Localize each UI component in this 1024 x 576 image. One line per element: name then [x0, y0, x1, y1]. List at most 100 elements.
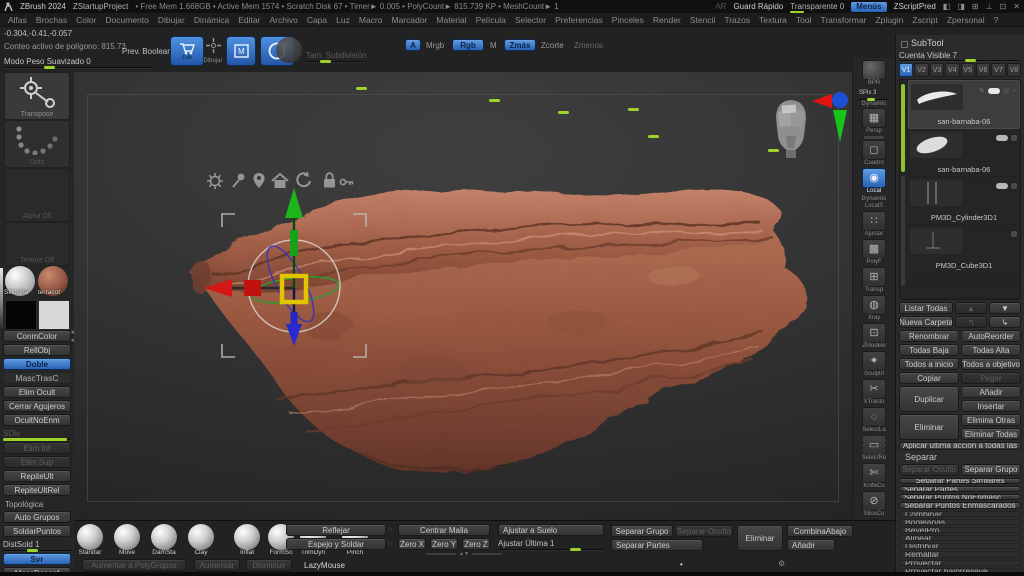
modo-peso-slider[interactable]: Modo Peso Suavizado 0 — [4, 56, 152, 68]
aplicar-ultima-accion-button[interactable]: Aplicar última acción a todas las — [899, 442, 1021, 450]
eliminar-button-bottom[interactable]: Eliminar — [737, 525, 783, 551]
tab-v6[interactable]: V6 — [976, 63, 990, 77]
subtool-item-1[interactable]: ✎◔ san-barnaba-06 — [908, 80, 1020, 129]
listar-todas-button[interactable]: Listar Todas — [899, 302, 953, 314]
distsold-slider[interactable]: DistSold 1 — [3, 539, 71, 551]
pencil-icon[interactable]: ✎ — [979, 87, 985, 95]
knife-button[interactable]: ✄KnifeCu — [862, 463, 886, 490]
rellobj-button[interactable]: RellObj — [3, 344, 71, 356]
prev-booleana-label[interactable]: Prev. Booleana — [122, 47, 176, 56]
movie-frame-button[interactable]: M — [226, 36, 256, 66]
palette-copy-icon[interactable]: ⊞ — [972, 3, 979, 11]
todas-alta-button[interactable]: Todas Alta — [961, 344, 1021, 356]
zcorte-button[interactable]: Zcorte — [541, 41, 564, 50]
booleanas-section[interactable]: Booleanas — [899, 519, 1021, 525]
main-color-swatch[interactable] — [5, 300, 37, 330]
menu-zplugin[interactable]: Zplugin — [875, 15, 903, 25]
menu-pelicula[interactable]: Película — [476, 15, 506, 25]
tab-v2[interactable]: V2 — [914, 63, 928, 77]
menu-textura[interactable]: Textura — [759, 15, 787, 25]
autoreorder-button[interactable]: AutoReorder — [961, 330, 1021, 342]
select-lasso-button[interactable]: ◌SelectLa — [862, 407, 886, 434]
separar-partes-button[interactable]: Separar Partes — [899, 486, 1021, 492]
ajustar-suelo-button[interactable]: Ajustar a Suelo — [498, 524, 604, 536]
elim-inf-button[interactable]: Elim Inf — [3, 442, 71, 454]
menu-trazos[interactable]: Trazos — [724, 15, 750, 25]
anadir-button-bottom[interactable]: Añadir — [787, 539, 835, 551]
anadir-button[interactable]: Añadir — [961, 386, 1021, 398]
reflejar-button[interactable]: Reflejar — [286, 524, 386, 536]
viewport-canvas[interactable] — [74, 72, 852, 520]
auto-grupos-button[interactable]: Auto Grupos — [3, 511, 71, 523]
guard-rapido-button[interactable]: Guard Rápido — [733, 2, 783, 11]
subtool-item-3[interactable]: PM3D_Cylinder3D1 — [908, 177, 1020, 225]
reflejar-widget-icon[interactable]: ∴ — [388, 526, 392, 533]
proyectar-section[interactable]: Proyectar — [899, 560, 1021, 566]
secondary-color-swatch[interactable] — [38, 300, 70, 330]
elimina-otras-button[interactable]: Elimina Otras — [961, 414, 1021, 426]
tab-v7[interactable]: V7 — [991, 63, 1005, 77]
separar-puntos-enmascarados-button[interactable]: Separar Puntos Enmascarados — [899, 502, 1021, 508]
menu-archivo[interactable]: Archivo — [269, 15, 297, 25]
alpha-off-thumb[interactable]: Alpha Off — [4, 168, 70, 222]
transparente-slider[interactable]: Transparente 0 — [790, 2, 844, 11]
close-icon[interactable]: ✕ — [1013, 3, 1020, 11]
duplicar-button[interactable]: Duplicar — [899, 386, 959, 412]
brush-damstandard[interactable] — [151, 524, 177, 550]
repiteultrel-button[interactable]: RepiteUltRel — [3, 484, 71, 496]
sculpt-model[interactable] — [74, 72, 852, 520]
separar-section-label[interactable]: Separar — [899, 452, 1021, 462]
rgb-button[interactable]: Rgb — [452, 39, 484, 51]
conmcolor-button[interactable]: ConmColor — [3, 330, 71, 342]
zero-z-button[interactable]: Zero Z — [462, 538, 490, 550]
visibility-eye-icon[interactable] — [996, 183, 1008, 189]
zscriptpred-button[interactable]: ZScriptPred — [894, 2, 936, 11]
visibility-eye-icon[interactable] — [996, 135, 1008, 141]
zero-x-button[interactable]: Zero X — [398, 538, 426, 550]
subtool-item-4[interactable]: PM3D_Cube3D1 — [908, 225, 1020, 273]
cuadro-button[interactable]: ◻Cuadro — [862, 140, 886, 167]
todos-inicio-button[interactable]: Todos a inicio — [899, 358, 959, 370]
bpr-button[interactable]: BPR — [862, 60, 886, 87]
dock-left-icon[interactable]: ◧ — [943, 3, 951, 11]
brush-move[interactable] — [114, 524, 140, 550]
disminuir-button[interactable]: Disminuir — [246, 559, 292, 571]
menu-preferencias[interactable]: Preferencias — [555, 15, 603, 25]
menu-alfas[interactable]: Alfas — [8, 15, 27, 25]
masctrasc-button[interactable]: MascTrasC — [3, 372, 71, 384]
menu-color[interactable]: Color — [76, 15, 96, 25]
brush-clay[interactable] — [188, 524, 214, 550]
insertar-button[interactable]: Insertar — [961, 400, 1021, 412]
cuenta-visible-slider[interactable]: Cuenta Visible 7 — [899, 50, 1019, 61]
tab-v5[interactable]: V5 — [961, 63, 975, 77]
separar-grupo-button[interactable]: Separar Grupo — [961, 464, 1021, 476]
nueva-carpeta-button[interactable]: Nueva Carpeta — [899, 316, 953, 328]
transp-button[interactable]: ⊞Transp — [862, 267, 886, 294]
stroke-dots-thumb[interactable]: Dots — [4, 120, 70, 168]
distribuir-section[interactable]: Distribuir — [899, 543, 1021, 549]
menu-transformar[interactable]: Transformar — [820, 15, 866, 25]
tab-v8[interactable]: V8 — [1007, 63, 1021, 77]
axis-orientation-widget[interactable] — [810, 90, 852, 146]
menus-button[interactable]: Menús — [851, 2, 886, 12]
centrar-malla-button[interactable]: Centrar Malla — [398, 524, 490, 536]
mrgb-button[interactable]: Mrgb — [426, 41, 444, 50]
menu-capa[interactable]: Capa — [307, 15, 327, 25]
brush-inflat[interactable] — [234, 524, 260, 550]
paint-icon[interactable] — [1011, 135, 1017, 141]
zmenos-button[interactable]: Zmenos — [574, 41, 603, 50]
todas-baja-button[interactable]: Todas Baja — [899, 344, 959, 356]
espejo-widget-icon[interactable]: ∴ — [388, 540, 392, 547]
paint-icon[interactable] — [1003, 88, 1009, 94]
menu-dinamica[interactable]: Dinámica — [194, 15, 229, 25]
repiteult-button[interactable]: RepiteUlt — [3, 470, 71, 482]
alinear-section[interactable]: Alinear — [899, 535, 1021, 541]
menu-editar[interactable]: Editar — [238, 15, 260, 25]
combinar-section[interactable]: Combinar — [899, 511, 1021, 517]
elimocult-button[interactable]: Elim Ocult — [3, 386, 71, 398]
polyframe-button[interactable]: ▩PolyF — [862, 239, 886, 266]
sdiv-slider[interactable]: SDiv — [3, 428, 71, 440]
paint-icon[interactable] — [1011, 183, 1017, 189]
sculptris-button[interactable]: ✦Sculptri — [862, 351, 886, 378]
subtool-item-2[interactable]: san-barnaba-06 — [908, 129, 1020, 177]
